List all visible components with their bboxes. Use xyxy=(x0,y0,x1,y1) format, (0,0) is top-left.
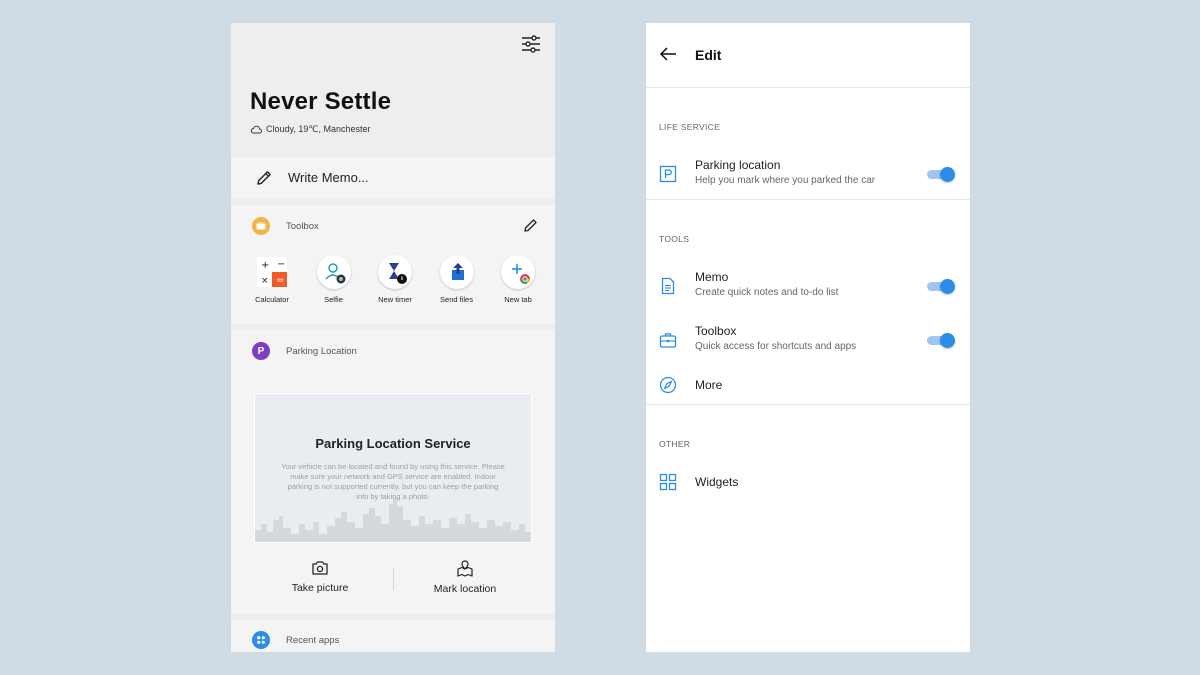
shortcut-send-files[interactable]: Send files xyxy=(430,255,484,304)
svg-text:+: + xyxy=(261,260,269,271)
edit-title: Edit xyxy=(695,47,722,63)
edit-screen: Edit LIFE SERVICE Parking location Help … xyxy=(646,23,970,652)
section-divider xyxy=(646,199,970,200)
send-files-icon xyxy=(439,255,474,289)
shortcut-calculator[interactable]: + − × = Calculator xyxy=(245,255,299,304)
more-title: More xyxy=(695,378,723,392)
toolbox-header: Toolbox xyxy=(252,217,319,235)
parking-actions: Take picture Mark location xyxy=(231,560,555,600)
parking-service-description: Your vehicle can be located and found by… xyxy=(281,462,505,501)
document-icon xyxy=(661,277,675,295)
mark-location-button[interactable]: Mark location xyxy=(405,560,525,595)
write-memo-card[interactable]: Write Memo... xyxy=(231,157,555,198)
recent-apps-icon xyxy=(252,631,270,649)
svg-text:−: − xyxy=(277,259,285,270)
pencil-icon xyxy=(257,170,271,185)
memo-row[interactable]: Memo Create quick notes and to-do list xyxy=(646,267,970,307)
parking-location-title: Parking location xyxy=(695,158,781,172)
toolbox-icon xyxy=(252,217,270,235)
edit-header: Edit xyxy=(646,23,970,88)
selfie-icon xyxy=(316,255,351,289)
section-divider xyxy=(646,404,970,405)
shortcut-new-tab[interactable]: New tab xyxy=(491,255,545,304)
map-pin-icon xyxy=(457,560,473,577)
shortcut-label: Selfie xyxy=(324,295,343,304)
shortcut-label: New tab xyxy=(504,295,532,304)
widgets-row[interactable]: Widgets xyxy=(646,463,970,503)
shortcut-new-timer[interactable]: New timer xyxy=(368,255,422,304)
weather-info: Cloudy, 19℃, Manchester xyxy=(250,124,371,135)
toolbox-title: Toolbox xyxy=(695,324,737,338)
page-title: Never Settle xyxy=(250,88,392,115)
new-tab-icon xyxy=(501,255,535,289)
toolbox-shortcuts: + − × = Calculator Selfie New timer Send… xyxy=(245,255,545,304)
svg-text:×: × xyxy=(261,276,269,286)
compass-icon xyxy=(659,376,677,394)
shortcut-label: New timer xyxy=(378,295,412,304)
svg-text:=: = xyxy=(276,275,284,286)
section-other: OTHER xyxy=(659,439,691,449)
parking-label: Parking Location xyxy=(286,345,357,357)
toolbox-subtitle: Quick access for shortcuts and apps xyxy=(695,341,857,352)
recent-apps-label: Recent apps xyxy=(286,634,340,646)
cloud-icon xyxy=(250,125,262,134)
parking-location-toggle[interactable] xyxy=(927,167,955,182)
toolbox-toggle[interactable] xyxy=(927,333,955,348)
more-row[interactable]: More xyxy=(646,366,970,406)
shortcut-label: Calculator xyxy=(255,295,289,304)
camera-icon xyxy=(312,561,328,575)
parking-location-subtitle: Help you mark where you parked the car xyxy=(695,175,876,186)
parking-location-card: P Parking Location Parking Location Serv… xyxy=(231,330,555,613)
toolbox-label: Toolbox xyxy=(286,220,319,232)
shortcut-selfie[interactable]: Selfie xyxy=(307,255,361,304)
toolbox-row[interactable]: Toolbox Quick access for shortcuts and a… xyxy=(646,321,970,361)
memo-subtitle: Create quick notes and to-do list xyxy=(695,287,839,298)
shortcut-label: Send files xyxy=(440,295,473,304)
section-life-service: LIFE SERVICE xyxy=(659,122,721,132)
memo-toggle[interactable] xyxy=(927,279,955,294)
write-memo-label: Write Memo... xyxy=(288,170,369,185)
widgets-grid-icon xyxy=(659,473,677,491)
recent-apps-card: Recent apps xyxy=(231,620,555,652)
take-picture-button[interactable]: Take picture xyxy=(260,560,380,594)
parking-info-box: Parking Location Service Your vehicle ca… xyxy=(254,393,532,543)
recent-apps-header: Recent apps xyxy=(252,631,339,649)
hourglass-icon xyxy=(378,255,412,289)
take-picture-label: Take picture xyxy=(291,582,349,594)
parking-badge-icon: P xyxy=(252,342,270,360)
parking-location-row[interactable]: Parking location Help you mark where you… xyxy=(646,155,970,195)
section-tools: TOOLS xyxy=(659,234,690,244)
calculator-icon: + − × = xyxy=(255,255,289,289)
edit-pencil-icon[interactable] xyxy=(523,217,539,233)
parking-header: P Parking Location xyxy=(252,342,357,360)
toolbox-icon xyxy=(659,333,677,348)
mark-location-label: Mark location xyxy=(433,583,497,595)
memo-title: Memo xyxy=(695,270,729,284)
parking-icon xyxy=(659,165,677,183)
back-arrow-icon[interactable] xyxy=(659,46,677,62)
weather-text: Cloudy, 19℃, Manchester xyxy=(266,124,371,134)
toolbox-card: Toolbox + − × = Calculator Selfie New ti… xyxy=(231,205,555,324)
parking-service-title: Parking Location Service xyxy=(315,436,471,451)
shelf-screen: Never Settle Cloudy, 19℃, Manchester Wri… xyxy=(231,23,555,652)
action-divider xyxy=(393,568,394,590)
parking-badge-letter: P xyxy=(257,345,265,357)
widgets-title: Widgets xyxy=(695,475,739,489)
sliders-icon[interactable] xyxy=(521,35,541,53)
